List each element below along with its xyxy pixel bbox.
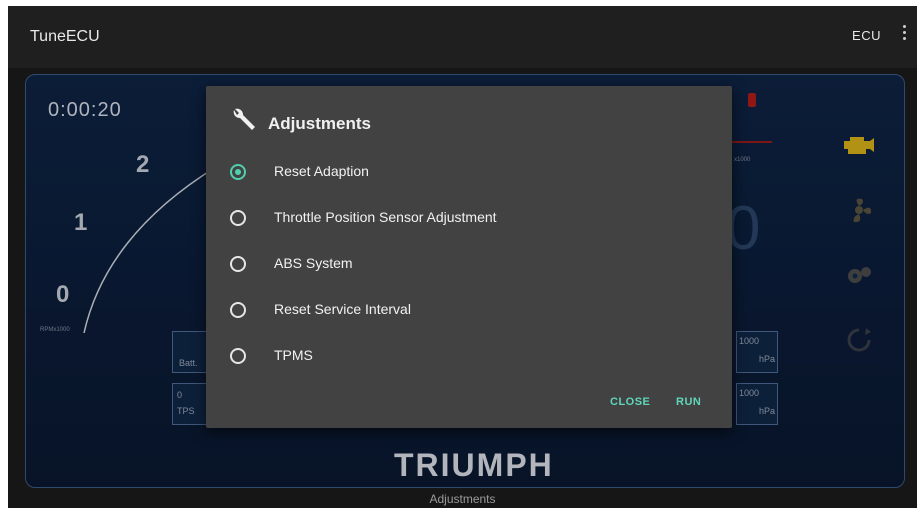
option-abs-system[interactable]: ABS System [226, 244, 706, 284]
option-reset-adaption[interactable]: Reset Adaption [226, 152, 706, 192]
option-label: Throttle Position Sensor Adjustment [274, 209, 497, 225]
radio-button[interactable] [230, 256, 246, 272]
option-label: ABS System [274, 255, 353, 271]
close-button[interactable]: CLOSE [610, 396, 650, 408]
option-throttle-position-sensor[interactable]: Throttle Position Sensor Adjustment [226, 198, 706, 238]
run-button[interactable]: RUN [676, 396, 701, 408]
radio-button[interactable] [230, 302, 246, 318]
app-title: TuneECU [30, 28, 100, 45]
wrench-icon [233, 108, 255, 130]
option-reset-service-interval[interactable]: Reset Service Interval [226, 290, 706, 330]
dialog-title: Adjustments [268, 114, 371, 133]
app-screen: TuneECU ECU 0:00:20 0 1 2 RPMx1000 x1000… [8, 6, 917, 508]
adjustments-dialog: Adjustments Reset Adaption Throttle Posi… [206, 86, 732, 428]
app-bar: TuneECU ECU [8, 6, 917, 68]
radio-button[interactable] [230, 210, 246, 226]
radio-button-checked[interactable] [230, 164, 246, 180]
option-label: Reset Service Interval [274, 301, 411, 317]
radio-button[interactable] [230, 348, 246, 364]
option-label: Reset Adaption [274, 163, 369, 179]
option-tpms[interactable]: TPMS [226, 336, 706, 376]
overflow-menu-icon[interactable] [899, 22, 909, 48]
ecu-button[interactable]: ECU [852, 28, 881, 43]
option-label: TPMS [274, 347, 313, 363]
